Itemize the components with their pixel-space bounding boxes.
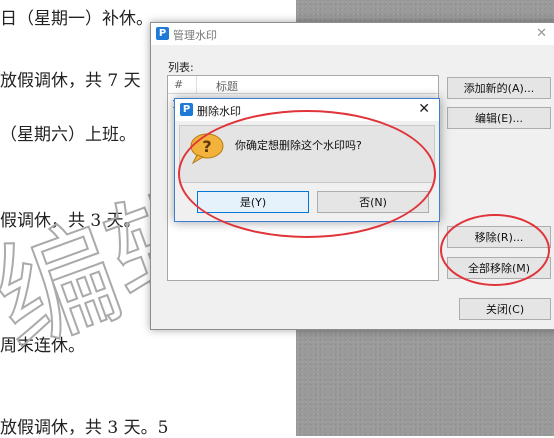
column-title[interactable]: 标题	[216, 78, 238, 94]
list-header: # 标题	[168, 76, 438, 94]
add-new-button[interactable]: 添加新的(A)...	[447, 77, 551, 99]
list-label: 列表:	[168, 61, 194, 74]
confirm-dialog-title: 删除水印	[197, 105, 241, 118]
manage-dialog-title: 管理水印	[173, 29, 217, 42]
app-logo-icon: P	[180, 103, 193, 116]
close-icon[interactable]: ✕	[418, 101, 430, 117]
app-logo-icon: P	[156, 27, 169, 40]
doc-line-2: 放假调休，共 7 天	[0, 71, 141, 91]
column-number[interactable]: #	[174, 78, 183, 91]
edit-button[interactable]: 编辑(E)...	[447, 107, 551, 129]
column-divider	[196, 76, 197, 93]
annotation-ellipse-confirm	[178, 110, 436, 238]
manage-dialog-titlebar[interactable]: P 管理水印 ✕	[151, 23, 554, 45]
doc-line-3: （星期六）上班。	[0, 125, 136, 145]
close-icon[interactable]: ✕	[536, 26, 547, 41]
doc-line-1: 日（星期一）补休。	[0, 9, 153, 29]
annotation-ellipse-remove	[440, 214, 550, 286]
doc-line-6: 放假调休，共 3 天。5	[0, 418, 169, 438]
close-button[interactable]: 关闭(C)	[459, 298, 551, 320]
